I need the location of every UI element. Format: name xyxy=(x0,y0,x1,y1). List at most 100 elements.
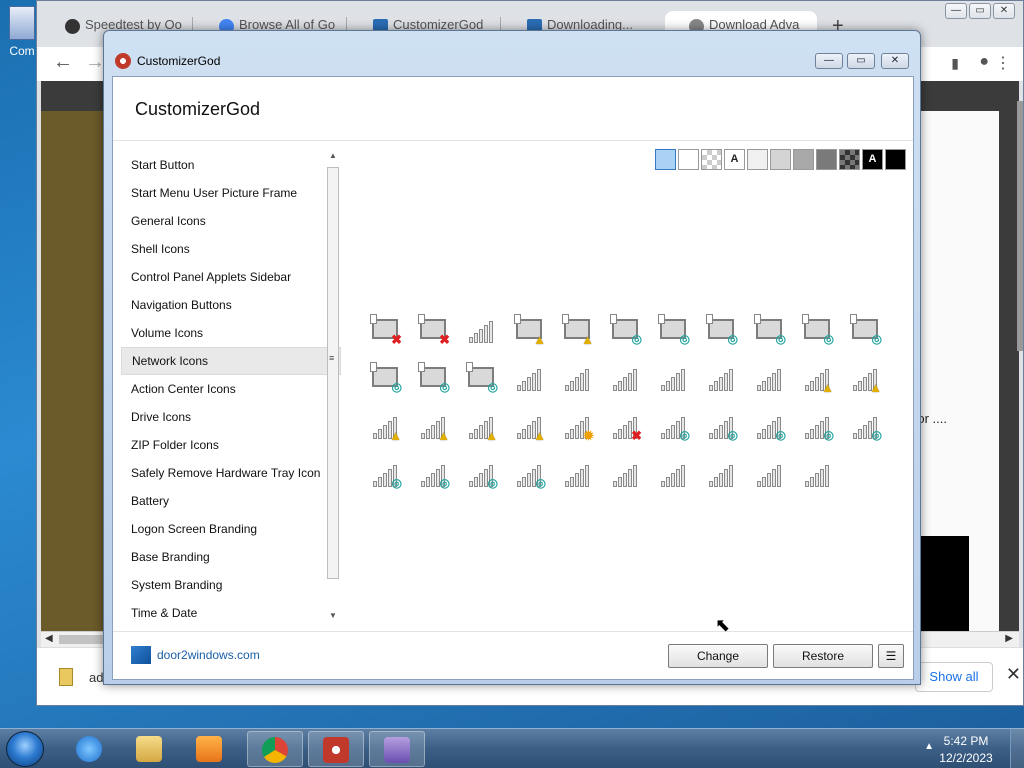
category-list-scrollbar[interactable]: ▲ ≡ ▼ xyxy=(326,151,340,623)
download-bar-close-icon[interactable]: ✕ xyxy=(1006,664,1021,685)
network-icon[interactable] xyxy=(561,361,595,395)
taskbar-app-window[interactable] xyxy=(369,731,425,767)
sidebar-item[interactable]: Logon Screen Branding xyxy=(121,515,341,543)
network-icon[interactable] xyxy=(801,457,835,491)
network-icon[interactable] xyxy=(753,457,787,491)
sidebar-item[interactable]: Start Menu User Picture Frame xyxy=(121,179,341,207)
background-swatch[interactable] xyxy=(655,149,676,170)
window-minimize-button[interactable]: — xyxy=(815,53,843,69)
show-desktop-button[interactable] xyxy=(1010,729,1024,768)
taskbar-internet-explorer[interactable] xyxy=(62,731,118,767)
sidebar-item[interactable]: ZIP Folder Icons xyxy=(121,431,341,459)
sidebar-item[interactable]: Control Panel Applets Sidebar xyxy=(121,263,341,291)
network-icon[interactable] xyxy=(705,457,739,491)
network-icon[interactable] xyxy=(657,457,691,491)
network-icon[interactable]: ◎ xyxy=(609,313,643,347)
network-icon[interactable]: ▲ xyxy=(369,409,403,443)
taskbar-chrome[interactable] xyxy=(247,731,303,767)
sidebar-item[interactable]: Navigation Buttons xyxy=(121,291,341,319)
sidebar-item[interactable]: Battery xyxy=(121,487,341,515)
scroll-thumb[interactable] xyxy=(327,167,339,579)
network-icon[interactable]: ◎ xyxy=(849,409,883,443)
network-icon[interactable]: ▲ xyxy=(561,313,595,347)
network-icon[interactable]: ◎ xyxy=(369,361,403,395)
back-arrow-icon[interactable]: ← xyxy=(53,51,73,74)
network-icon[interactable]: ✖ xyxy=(609,409,643,443)
network-icon[interactable]: ◎ xyxy=(753,409,787,443)
background-swatch[interactable]: A xyxy=(724,149,745,170)
taskbar-media-player[interactable] xyxy=(182,731,238,767)
forward-arrow-icon[interactable]: → xyxy=(85,51,105,74)
show-all-button[interactable]: Show all xyxy=(915,662,993,692)
network-icon[interactable]: ◎ xyxy=(705,409,739,443)
network-icon[interactable] xyxy=(609,457,643,491)
sidebar-item[interactable]: System Branding xyxy=(121,571,341,599)
background-swatch[interactable] xyxy=(747,149,768,170)
start-button[interactable] xyxy=(6,731,44,767)
chrome-close-button[interactable]: ✕ xyxy=(993,3,1015,19)
network-icon[interactable]: ◎ xyxy=(705,313,739,347)
side-panel-icon[interactable]: ▮ xyxy=(951,55,959,72)
network-icon[interactable] xyxy=(561,457,595,491)
network-icon[interactable]: ◎ xyxy=(801,313,835,347)
network-icon[interactable]: ◎ xyxy=(465,457,499,491)
sidebar-item[interactable]: Safely Remove Hardware Tray Icon xyxy=(121,459,341,487)
network-icon[interactable]: ◎ xyxy=(465,361,499,395)
background-swatch[interactable] xyxy=(701,149,722,170)
scroll-down-icon[interactable]: ▼ xyxy=(329,611,337,620)
network-icon[interactable]: ◎ xyxy=(513,457,547,491)
scroll-right-icon[interactable]: ▶ xyxy=(1005,633,1013,644)
network-icon[interactable]: ▲ xyxy=(465,409,499,443)
network-icon[interactable] xyxy=(609,361,643,395)
network-icon[interactable]: ▲ xyxy=(513,409,547,443)
taskbar-explorer[interactable] xyxy=(122,731,178,767)
network-icon[interactable]: ◎ xyxy=(657,409,691,443)
network-icon[interactable]: ◎ xyxy=(369,457,403,491)
network-icon[interactable]: ◎ xyxy=(657,313,691,347)
background-swatch[interactable] xyxy=(770,149,791,170)
download-item-name[interactable]: ad xyxy=(89,670,103,685)
page-scrollbar[interactable] xyxy=(1017,101,1023,351)
network-icon[interactable]: ◎ xyxy=(417,361,451,395)
network-icon[interactable] xyxy=(657,361,691,395)
scroll-up-icon[interactable]: ▲ xyxy=(329,151,337,160)
sidebar-item[interactable]: Volume Icons xyxy=(121,319,341,347)
background-swatch[interactable]: A xyxy=(862,149,883,170)
sidebar-item[interactable]: Network Icons xyxy=(121,347,341,375)
network-icon[interactable]: ◎ xyxy=(849,313,883,347)
network-icon[interactable]: ▲ xyxy=(417,409,451,443)
sidebar-item[interactable]: Time & Date xyxy=(121,599,341,627)
menu-button[interactable]: ☰ xyxy=(878,644,904,668)
sidebar-item[interactable]: Action Center Icons xyxy=(121,375,341,403)
window-maximize-button[interactable]: ▭ xyxy=(847,53,875,69)
network-icon[interactable] xyxy=(513,361,547,395)
sidebar-item[interactable]: Start Button xyxy=(121,151,341,179)
profile-icon[interactable]: ● xyxy=(979,53,989,71)
tray-expand-icon[interactable]: ▲ xyxy=(924,741,934,752)
network-icon[interactable] xyxy=(705,361,739,395)
clock-time[interactable]: 5:42 PM xyxy=(936,734,996,748)
background-swatch[interactable] xyxy=(816,149,837,170)
network-icon[interactable]: ◎ xyxy=(753,313,787,347)
network-icon[interactable]: ▲ xyxy=(513,313,547,347)
background-swatch[interactable] xyxy=(885,149,906,170)
sidebar-item[interactable]: Base Branding xyxy=(121,543,341,571)
sidebar-item[interactable]: Drive Icons xyxy=(121,403,341,431)
network-icon[interactable]: ✖ xyxy=(369,313,403,347)
network-icon[interactable] xyxy=(465,313,499,347)
restore-button[interactable]: Restore xyxy=(773,644,873,668)
door2windows-link[interactable]: door2windows.com xyxy=(157,648,260,662)
clock-date[interactable]: 12/2/2023 xyxy=(936,751,996,765)
window-titlebar[interactable]: CustomizerGod — ▭ ✕ xyxy=(104,31,920,69)
background-swatch[interactable] xyxy=(793,149,814,170)
window-close-button[interactable]: ✕ xyxy=(881,53,909,69)
network-icon[interactable]: ◎ xyxy=(417,457,451,491)
scroll-left-icon[interactable]: ◀ xyxy=(45,633,53,644)
network-icon[interactable] xyxy=(753,361,787,395)
background-swatch[interactable] xyxy=(678,149,699,170)
taskbar-customizergod[interactable] xyxy=(308,731,364,767)
sidebar-item[interactable]: Shell Icons xyxy=(121,235,341,263)
chrome-maximize-button[interactable]: ▭ xyxy=(969,3,991,19)
network-icon[interactable]: ✖ xyxy=(417,313,451,347)
menu-dots-icon[interactable]: ⋮ xyxy=(995,53,1011,73)
